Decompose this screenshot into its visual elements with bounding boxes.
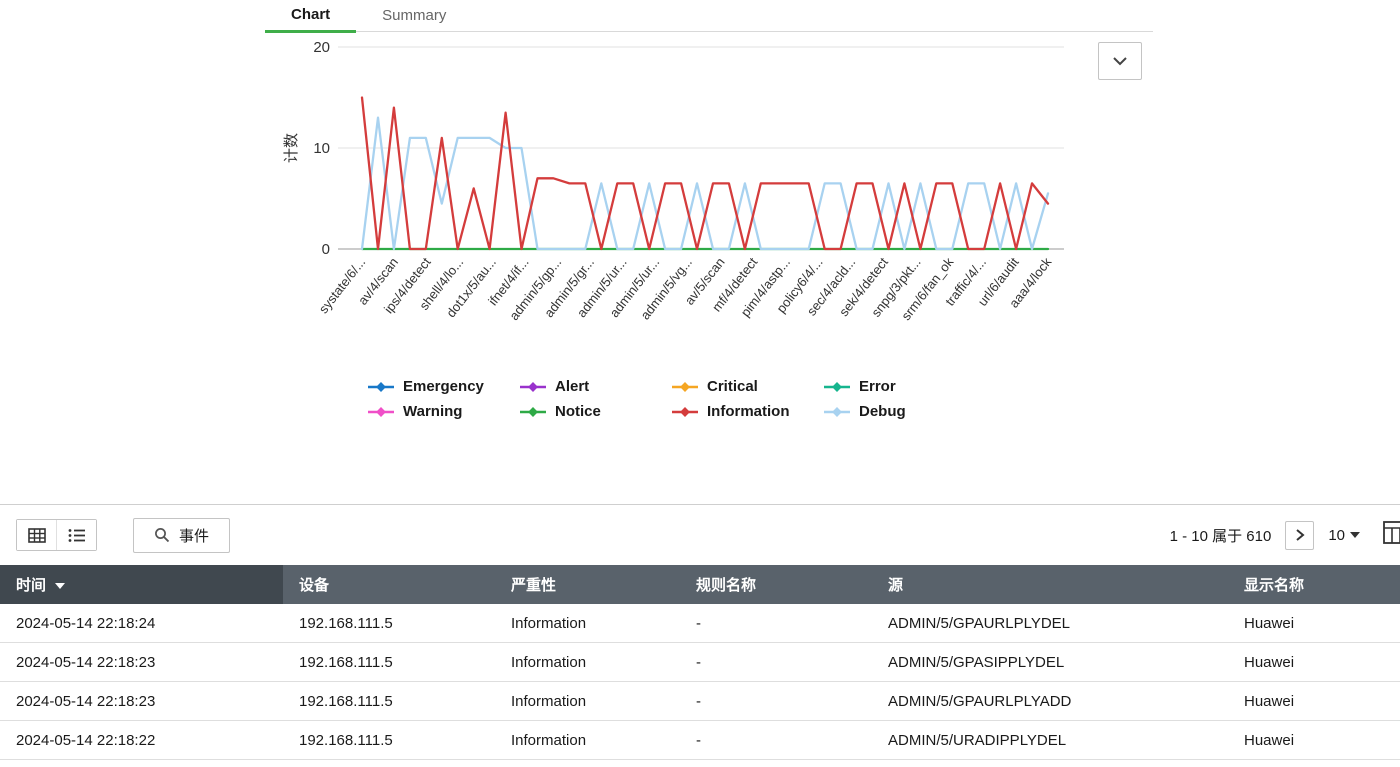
col-header-source-label: 源 bbox=[888, 577, 903, 594]
legend-label: Alert bbox=[555, 378, 589, 395]
table-header-row: 时间 设备 严重性 规则名称 源 显示名称 bbox=[0, 565, 1400, 604]
legend-marker-icon bbox=[824, 406, 850, 418]
table-row[interactable]: 2024-05-14 22:18:23192.168.111.5Informat… bbox=[0, 682, 1400, 721]
legend-label: Notice bbox=[555, 403, 601, 420]
table-cell: ADMIN/5/GPAURLPLYDEL bbox=[872, 604, 1228, 643]
legend-marker-icon bbox=[672, 406, 698, 418]
y-tick-label: 0 bbox=[322, 241, 330, 258]
page-size-value: 10 bbox=[1328, 527, 1345, 544]
table-cell: 2024-05-14 22:18:23 bbox=[0, 682, 283, 721]
table-cell: Huawei bbox=[1228, 604, 1400, 643]
table-cell: ADMIN/5/GPAURLPLYADD bbox=[872, 682, 1228, 721]
magnifier-icon bbox=[154, 527, 170, 543]
table-row[interactable]: 2024-05-14 22:18:22192.168.111.5Informat… bbox=[0, 721, 1400, 760]
legend-marker-icon bbox=[520, 406, 546, 418]
event-count-chart-area: 01020计数systate/6/...av/4/scanips/4/detec… bbox=[0, 32, 1400, 362]
table-cell: 192.168.111.5 bbox=[283, 643, 495, 682]
col-header-rule-name-label: 规则名称 bbox=[696, 577, 756, 594]
table-cell: Information bbox=[495, 682, 680, 721]
legend-marker-icon bbox=[520, 381, 546, 393]
page-size-dropdown[interactable]: 10 bbox=[1328, 527, 1360, 544]
col-header-device-label: 设备 bbox=[299, 577, 329, 594]
legend-marker-icon bbox=[672, 381, 698, 393]
next-page-button[interactable] bbox=[1285, 521, 1314, 550]
events-table: 时间 设备 严重性 规则名称 源 显示名称 2024-05-14 22:18:2… bbox=[0, 565, 1400, 760]
table-cell: Information bbox=[495, 643, 680, 682]
legend-item-notice[interactable]: Notice bbox=[520, 403, 672, 420]
legend-marker-icon bbox=[824, 381, 850, 393]
col-header-time-label: 时间 bbox=[16, 577, 46, 594]
col-header-display-name[interactable]: 显示名称 bbox=[1228, 565, 1400, 604]
grid-view-button[interactable] bbox=[17, 520, 56, 550]
table-cell: - bbox=[680, 643, 872, 682]
table-cell: Information bbox=[495, 604, 680, 643]
legend-label: Emergency bbox=[403, 378, 484, 395]
legend-item-warning[interactable]: Warning bbox=[368, 403, 520, 420]
table-cell: Information bbox=[495, 721, 680, 760]
table-cell: 2024-05-14 22:18:24 bbox=[0, 604, 283, 643]
event-count-line-chart: 01020计数systate/6/...av/4/scanips/4/detec… bbox=[280, 32, 1080, 362]
table-grid-icon bbox=[28, 528, 46, 543]
col-header-source[interactable]: 源 bbox=[872, 565, 1228, 604]
list-view-button[interactable] bbox=[56, 520, 96, 550]
legend-label: Information bbox=[707, 403, 790, 420]
table-cell: ADMIN/5/GPASIPPLYDEL bbox=[872, 643, 1228, 682]
legend-item-emergency[interactable]: Emergency bbox=[368, 378, 520, 395]
col-header-device[interactable]: 设备 bbox=[283, 565, 495, 604]
legend-item-debug[interactable]: Debug bbox=[824, 403, 976, 420]
pagination-range-text: 1 - 10 属于 610 bbox=[1170, 525, 1272, 546]
table-cell: 192.168.111.5 bbox=[283, 721, 495, 760]
chart-legend: Emergency Alert Critical Error Warning Notice… bbox=[368, 378, 1400, 420]
series-line-information bbox=[362, 98, 1048, 250]
chart-options-dropdown[interactable] bbox=[1098, 42, 1142, 80]
table-cell: Huawei bbox=[1228, 721, 1400, 760]
table-row[interactable]: 2024-05-14 22:18:24192.168.111.5Informat… bbox=[0, 604, 1400, 643]
legend-item-information[interactable]: Information bbox=[672, 403, 824, 420]
y-tick-label: 10 bbox=[313, 140, 330, 157]
view-switcher bbox=[16, 519, 97, 551]
y-tick-label: 20 bbox=[313, 39, 330, 56]
chart-summary-tabs: Chart Summary bbox=[265, 0, 1153, 32]
table-cell: 192.168.111.5 bbox=[283, 682, 495, 721]
col-header-severity[interactable]: 严重性 bbox=[495, 565, 680, 604]
table-cell: Huawei bbox=[1228, 643, 1400, 682]
table-cell: 2024-05-14 22:18:22 bbox=[0, 721, 283, 760]
table-row[interactable]: 2024-05-14 22:18:23192.168.111.5Informat… bbox=[0, 643, 1400, 682]
pagination-controls: 1 - 10 属于 610 10 bbox=[1170, 521, 1400, 550]
table-cell: Huawei bbox=[1228, 682, 1400, 721]
table-columns-icon bbox=[1383, 521, 1400, 545]
col-header-rule-name[interactable]: 规则名称 bbox=[680, 565, 872, 604]
chevron-down-icon bbox=[1112, 54, 1128, 68]
events-toolbar: 事件 1 - 10 属于 610 10 bbox=[0, 505, 1400, 565]
legend-item-alert[interactable]: Alert bbox=[520, 378, 672, 395]
sort-desc-icon bbox=[55, 583, 65, 589]
legend-label: Warning bbox=[403, 403, 462, 420]
legend-item-critical[interactable]: Critical bbox=[672, 378, 824, 395]
legend-label: Debug bbox=[859, 403, 906, 420]
table-cell: ADMIN/5/URADIPPLYDEL bbox=[872, 721, 1228, 760]
caret-down-icon bbox=[1350, 532, 1360, 538]
tab-chart[interactable]: Chart bbox=[265, 2, 356, 33]
table-cell: 2024-05-14 22:18:23 bbox=[0, 643, 283, 682]
column-settings-button[interactable] bbox=[1383, 521, 1400, 547]
y-axis-label: 计数 bbox=[283, 133, 300, 163]
table-cell: - bbox=[680, 604, 872, 643]
table-cell: 192.168.111.5 bbox=[283, 604, 495, 643]
table-cell: - bbox=[680, 721, 872, 760]
events-button-label: 事件 bbox=[179, 525, 209, 546]
legend-marker-icon bbox=[368, 381, 394, 393]
chevron-right-icon bbox=[1295, 529, 1305, 541]
tab-summary[interactable]: Summary bbox=[356, 3, 472, 31]
list-icon bbox=[68, 528, 86, 543]
events-filter-button[interactable]: 事件 bbox=[133, 518, 230, 553]
legend-label: Critical bbox=[707, 378, 758, 395]
col-header-time[interactable]: 时间 bbox=[0, 565, 283, 604]
x-tick-label: systate/6/... bbox=[316, 255, 369, 317]
legend-marker-icon bbox=[368, 406, 394, 418]
legend-item-error[interactable]: Error bbox=[824, 378, 976, 395]
col-header-display-name-label: 显示名称 bbox=[1244, 577, 1304, 594]
legend-label: Error bbox=[859, 378, 896, 395]
col-header-severity-label: 严重性 bbox=[511, 577, 556, 594]
table-cell: - bbox=[680, 682, 872, 721]
